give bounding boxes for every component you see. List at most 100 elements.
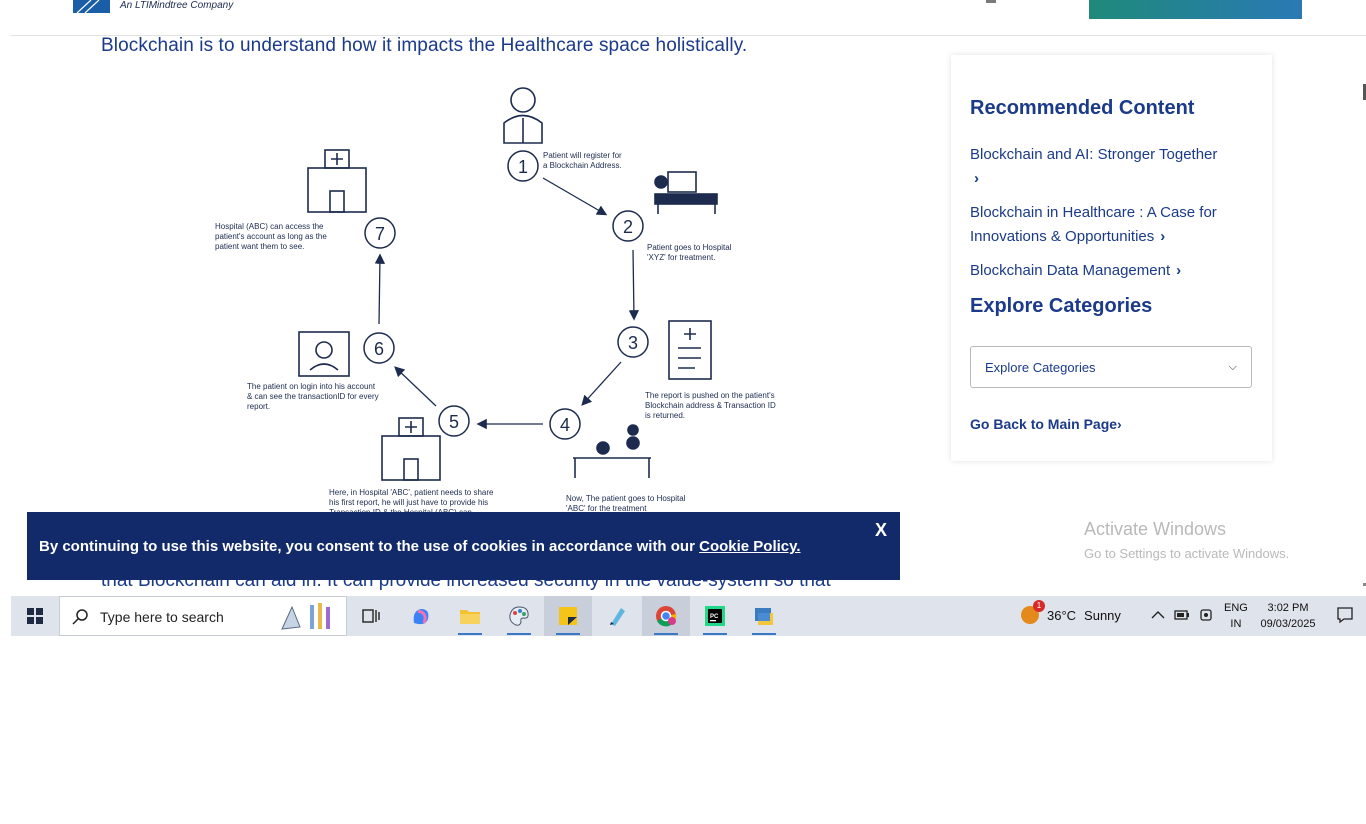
hospital-bed-patient-icon: [654, 171, 718, 214]
active-indicator: [507, 633, 531, 635]
step-1-circle: 1: [507, 150, 539, 182]
sticky-note-icon: [559, 607, 577, 625]
svg-text:Patient goes to Hospital'XYZ': Patient goes to Hospital 'XYZ' for treatm…: [647, 243, 732, 262]
watermark-subtitle: Go to Settings to activate Windows.: [1084, 546, 1290, 561]
step-4-circle: 4: [549, 408, 581, 440]
logo-tagline: An LTIMindtree Company: [120, 0, 234, 11]
cookie-consent-banner: By continuing to use this website, you c…: [27, 512, 900, 580]
chevron-up-icon[interactable]: [1151, 610, 1165, 620]
sun-icon: 1: [1021, 600, 1045, 624]
sticky-notes-button[interactable]: [544, 596, 592, 636]
svg-text:2: 2: [623, 217, 633, 237]
header-cta-button[interactable]: [1089, 0, 1302, 19]
windows-taskbar: Type here to search PC 1 36°C Sunny ENG …: [11, 596, 1366, 636]
pycharm-icon: PC: [705, 606, 725, 626]
python-icon: [755, 608, 773, 625]
company-logo[interactable]: [73, 0, 110, 13]
recommended-link-data-management[interactable]: Blockchain Data Management ›: [970, 259, 1255, 283]
folder-icon: [460, 610, 480, 624]
cookie-message: By continuing to use this website, you c…: [39, 538, 801, 555]
hospital-icon-bottom: [381, 417, 441, 481]
back-to-main-link[interactable]: Go Back to Main Page›: [970, 416, 1122, 432]
start-button[interactable]: [11, 596, 59, 636]
active-indicator: [458, 633, 482, 635]
svg-text:3: 3: [628, 333, 638, 353]
medical-report-icon: [668, 320, 712, 380]
chevron-right-icon: ›: [1160, 228, 1166, 245]
nav-item-fragment[interactable]: [986, 0, 996, 3]
explore-categories-title: Explore Categories: [970, 295, 1153, 317]
search-icon: [72, 609, 88, 625]
recommended-link-blockchain-healthcare[interactable]: Blockchain in Healthcare : A Case for In…: [970, 201, 1255, 249]
notepad-button[interactable]: [593, 596, 641, 636]
patient-doctor-bed-icon: [573, 424, 651, 478]
caption-line: a Blockchain Address.: [543, 161, 622, 170]
step-1-caption: Patient will register for a Blockchain Ad…: [543, 151, 622, 170]
recommended-sidebar: Recommended Content Blockchain and AI: S…: [951, 55, 1272, 461]
chevron-right-icon: ›: [1117, 416, 1122, 432]
activate-windows-watermark: Activate Windows Go to Settings to activ…: [1084, 519, 1289, 561]
search-placeholder: Type here to search: [100, 609, 224, 625]
file-explorer-button[interactable]: [446, 596, 494, 636]
chrome-icon: [656, 606, 677, 627]
recommended-link-blockchain-ai[interactable]: Blockchain and AI: Stronger Together ›: [970, 143, 1255, 191]
article-paragraph: Blockchain is to understand how it impac…: [101, 35, 748, 56]
svg-text:4: 4: [560, 415, 570, 435]
caption-line: report.: [247, 402, 270, 411]
taskbar-search[interactable]: Type here to search: [59, 596, 347, 636]
battery-icon[interactable]: [1174, 609, 1190, 621]
caption-line: is returned.: [645, 411, 685, 420]
step-7-caption: Hospital (ABC) can access the patient's a…: [215, 222, 327, 251]
select-value: Explore Categories: [985, 359, 1096, 375]
step-2-caption: Patient goes to Hospital 'XYZ' for treatm…: [647, 243, 732, 262]
step-6-circle: 6: [363, 332, 395, 364]
caption-line: Blockchain address & Transaction ID: [645, 401, 776, 410]
language-code: ENG: [1224, 602, 1248, 614]
input-language[interactable]: ENG IN: [1224, 600, 1248, 632]
active-indicator: [654, 633, 678, 635]
chevron-right-icon: ›: [974, 170, 979, 187]
svg-text:Hospital (ABC) can access thep: Hospital (ABC) can access the patient's a…: [215, 222, 327, 251]
cookie-message-text: By continuing to use this website, you c…: [39, 538, 695, 555]
copilot-icon: [413, 609, 429, 625]
chevron-right-icon: ›: [1176, 262, 1182, 279]
step-4-caption: Now, The patient goes to Hospital 'ABC' f…: [566, 494, 686, 513]
caption-line: Now, The patient goes to Hospital: [566, 494, 686, 503]
hospital-icon-top: [307, 149, 367, 213]
active-indicator: [752, 633, 776, 635]
clock-time: 3:02 PM: [1267, 602, 1309, 614]
weather-temperature: 36°C: [1047, 607, 1077, 623]
recommended-link-label: Blockchain Data Management: [970, 262, 1171, 279]
close-button[interactable]: X: [875, 520, 887, 541]
weather-badge: 1: [1033, 600, 1045, 612]
svg-text:6: 6: [374, 339, 384, 359]
step-2-circle: 2: [612, 210, 644, 242]
system-clock[interactable]: 3:02 PM 09/03/2025: [1260, 600, 1316, 632]
svg-text:7: 7: [375, 224, 385, 244]
step-6-caption: The patient on login into his account & c…: [247, 382, 379, 411]
caption-line: Patient goes to Hospital: [647, 243, 732, 252]
notification-center-icon[interactable]: [1336, 606, 1354, 624]
caption-line: 'XYZ' for treatment.: [647, 253, 715, 262]
windows-logo-icon: [27, 608, 43, 624]
paint-button[interactable]: [495, 596, 543, 636]
watermark-title: Activate Windows: [1084, 519, 1227, 539]
search-highlight-art-icon: [281, 603, 330, 630]
copilot-button[interactable]: [397, 596, 445, 636]
weather-condition: Sunny: [1084, 607, 1121, 623]
browser-viewport: An LTIMindtree Company Blockchain is to …: [11, 0, 1366, 636]
caption-line: Patient will register for: [543, 151, 622, 160]
weather-widget[interactable]: 1 36°C Sunny: [1021, 600, 1121, 624]
caption-line: The report is pushed on the patient's: [645, 391, 775, 400]
cookie-policy-link[interactable]: Cookie Policy.: [699, 538, 800, 555]
site-header: An LTIMindtree Company: [11, 0, 1366, 36]
caption-line: Hospital (ABC) can access the: [215, 222, 324, 231]
active-indicator: [556, 633, 580, 635]
svg-text:Now, The patient goes to Hospi: Now, The patient goes to Hospital 'ABC' f…: [566, 494, 686, 513]
python-button[interactable]: [740, 596, 788, 636]
pycharm-button[interactable]: PC: [691, 596, 739, 636]
explore-categories-select[interactable]: Explore Categories ⌵: [970, 346, 1252, 388]
chrome-button[interactable]: [642, 596, 690, 636]
task-view-button[interactable]: [347, 596, 395, 636]
meet-now-icon[interactable]: [1199, 607, 1213, 623]
